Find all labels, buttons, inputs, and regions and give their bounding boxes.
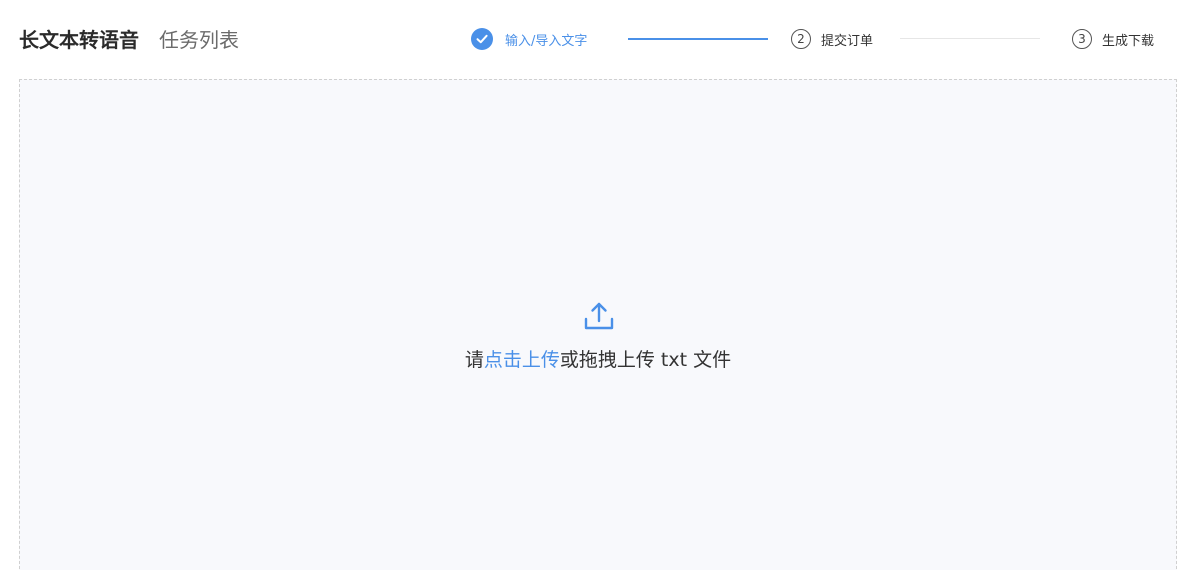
upload-suffix: 或拖拽上传 txt 文件 xyxy=(559,349,732,371)
step-connector-active xyxy=(628,38,768,40)
header: 长文本转语音 任务列表 输入/导入文字 2 提交订单 3 生成下载 xyxy=(0,0,1199,78)
upload-prefix: 请 xyxy=(464,349,484,371)
upload-instructions: 请点击上传或拖拽上传 txt 文件 xyxy=(20,345,1176,372)
tab-task-list[interactable]: 任务列表 xyxy=(159,26,239,54)
step-generate-download: 3 生成下载 xyxy=(1072,27,1154,51)
step-label: 生成下载 xyxy=(1102,33,1155,49)
check-icon xyxy=(471,28,493,50)
upload-dropzone[interactable]: 请点击上传或拖拽上传 txt 文件 xyxy=(19,79,1177,570)
step-connector-inactive xyxy=(900,38,1040,39)
page: 长文本转语音 任务列表 输入/导入文字 2 提交订单 3 生成下载 请点击上传或… xyxy=(0,0,1199,570)
step-number: 3 xyxy=(1072,29,1092,49)
upload-icon xyxy=(583,300,615,332)
click-upload-link[interactable]: 点击上传 xyxy=(484,349,560,371)
tab-long-text-to-speech[interactable]: 长文本转语音 xyxy=(19,26,139,54)
step-number: 2 xyxy=(791,29,811,49)
step-submit-order: 2 提交订单 xyxy=(791,27,873,51)
step-label: 提交订单 xyxy=(821,33,874,49)
step-label: 输入/导入文字 xyxy=(505,33,588,49)
step-input-text: 输入/导入文字 xyxy=(471,27,587,51)
